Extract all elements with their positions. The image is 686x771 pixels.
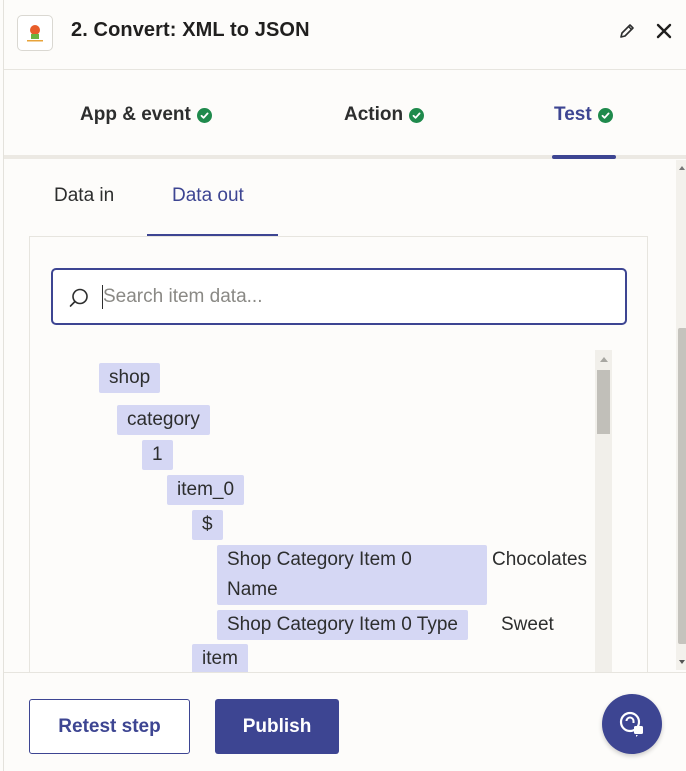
retest-step-button[interactable]: Retest step <box>29 699 190 754</box>
tab-data-in[interactable]: Data in <box>54 185 114 207</box>
close-icon[interactable] <box>654 21 674 41</box>
data-tabs: Data in Data out <box>4 160 676 238</box>
tab-test[interactable]: Test <box>554 104 613 126</box>
active-tab-indicator <box>552 155 616 159</box>
search-input[interactable] <box>103 282 603 312</box>
step-tabs: App & event Action Test <box>4 71 686 159</box>
tree-value-sweet: Sweet <box>501 614 554 635</box>
tab-test-label: Test <box>554 104 592 125</box>
panel-header: 2. Convert: XML to JSON <box>4 0 686 70</box>
app-logo-icon <box>17 15 53 51</box>
tree-scrollbar[interactable] <box>595 350 612 672</box>
check-circle-icon <box>196 107 212 123</box>
tab-action[interactable]: Action <box>344 104 425 126</box>
panel-scrollbar[interactable] <box>676 160 686 670</box>
tree-scrollbar-thumb[interactable] <box>597 370 610 434</box>
tree-node-key-line-1: Shop Category Item 0 <box>227 549 412 570</box>
tree-node-key-line-2: Name <box>227 579 278 600</box>
support-chat-graphic <box>619 711 643 737</box>
tree-value-chocolates: Chocolates <box>492 549 588 570</box>
scroll-up-arrow-icon[interactable] <box>679 166 685 170</box>
tab-action-label: Action <box>344 104 404 125</box>
tree-node-item-0-name[interactable]: Shop Category Item 0 Name <box>217 545 487 605</box>
scrollbar-thumb[interactable] <box>678 328 686 644</box>
tree-node-item[interactable]: item <box>192 644 248 672</box>
tab-app-and-event-label: App & event <box>80 104 191 125</box>
pencil-icon[interactable] <box>618 22 636 40</box>
tree-node-index[interactable]: 1 <box>142 440 173 470</box>
panel-footer: Retest step Publish <box>4 672 686 771</box>
check-circle-icon <box>409 107 425 123</box>
data-tree: shop category 1 item_0 $ Shop Category I… <box>4 350 595 672</box>
step-panel: 2. Convert: XML to JSON App & event Acti… <box>3 0 686 771</box>
scroll-up-arrow-icon[interactable] <box>600 357 608 362</box>
app-logo-graphic <box>27 25 43 42</box>
tree-node-item-0-type[interactable]: Shop Category Item 0 Type <box>217 610 468 640</box>
tree-node-item-0[interactable]: item_0 <box>167 475 245 505</box>
page-title: 2. Convert: XML to JSON <box>71 19 310 41</box>
scroll-down-arrow-icon[interactable] <box>679 660 685 664</box>
support-chat-icon[interactable] <box>602 694 662 754</box>
check-circle-icon <box>597 107 613 123</box>
tree-node-dollar[interactable]: $ <box>192 510 223 540</box>
tab-app-and-event[interactable]: App & event <box>80 104 212 126</box>
publish-button[interactable]: Publish <box>215 699 339 754</box>
tab-data-out[interactable]: Data out <box>172 185 244 207</box>
search-icon <box>69 288 88 307</box>
tree-node-shop[interactable]: shop <box>99 363 161 393</box>
search-field[interactable] <box>51 268 627 325</box>
tree-node-category[interactable]: category <box>117 405 210 435</box>
